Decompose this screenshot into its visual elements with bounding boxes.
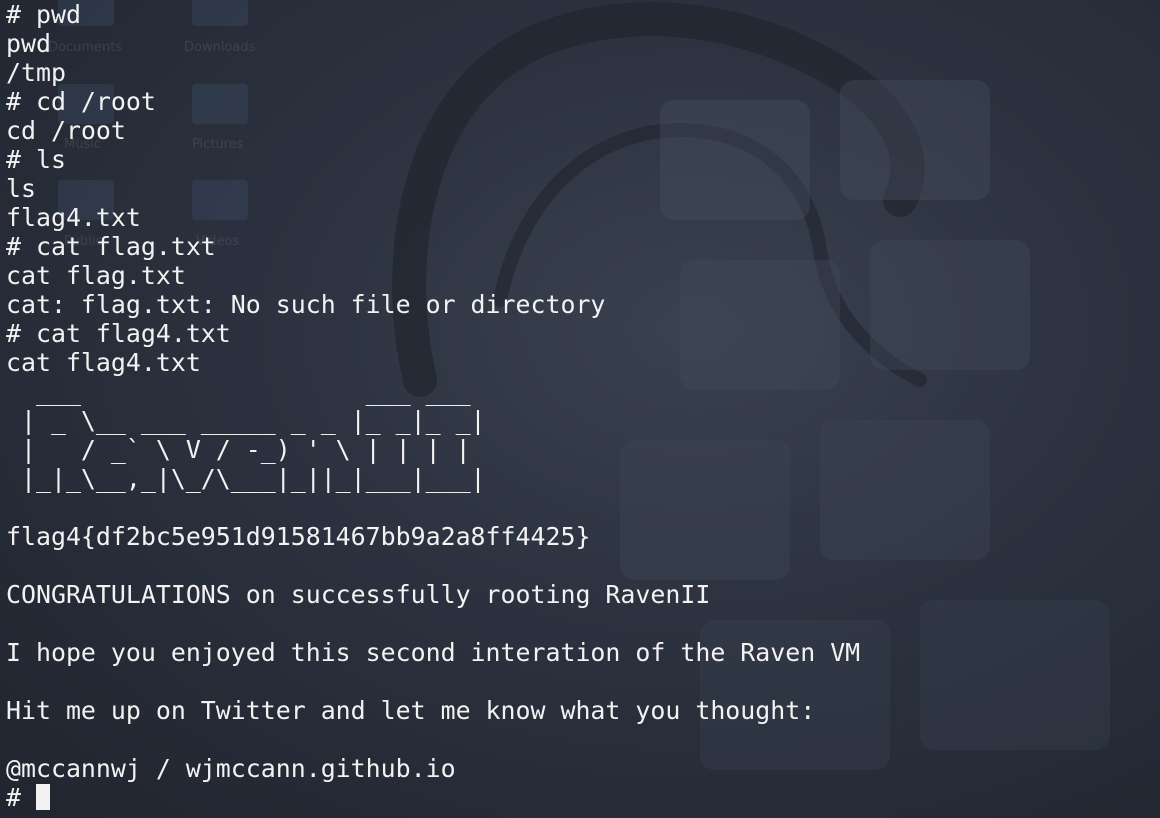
message-line: Hit me up on Twitter and let me know wha… xyxy=(6,696,816,725)
text-cursor[interactable] xyxy=(35,784,50,810)
terminal-line: cat flag4.txt xyxy=(6,348,201,377)
terminal-line: # cat flag.txt xyxy=(6,232,216,261)
author-handle-line: @mccannwj / wjmccann.github.io xyxy=(6,754,456,783)
ascii-banner-line: ___ ___ ___ xyxy=(6,377,486,406)
terminal-window[interactable]: Documents Downloads Music Pictures Publi… xyxy=(0,0,1160,818)
terminal-line: # ls xyxy=(6,145,66,174)
terminal-line: pwd xyxy=(6,29,51,58)
congrats-line: CONGRATULATIONS on successfully rooting … xyxy=(6,580,711,609)
terminal-output: # pwd pwd/tmp # cd /root cd /root # ls ls flag… xyxy=(6,0,860,812)
terminal-line: flag4.txt xyxy=(6,203,141,232)
terminal-line: # pwd xyxy=(6,0,81,29)
message-line: I hope you enjoyed this second interatio… xyxy=(6,638,861,667)
terminal-line: cat: flag.txt: No such file or directory xyxy=(6,290,606,319)
ascii-banner-line: | _ \__ ___ _____ _ _ |_ _|_ _| xyxy=(6,406,486,435)
terminal-line: # cd /root xyxy=(6,87,156,116)
flag-line: flag4{df2bc5e951d91581467bb9a2a8ff4425} xyxy=(6,522,591,551)
terminal-line: /tmp xyxy=(6,58,66,87)
terminal-line: cat flag.txt xyxy=(6,261,186,290)
ascii-banner: ___ ___ ___ | _ \__ ___ _____ _ _ |_ _|_… xyxy=(6,377,860,493)
ascii-banner-line: |_|_\__,_|\_/\___|_||_|___|___| xyxy=(6,464,486,493)
prompt-symbol: # xyxy=(6,783,36,812)
terminal-line: # cat flag4.txt xyxy=(6,319,231,348)
ascii-banner-line: | / _` \ V / -_) ' \ | | | | xyxy=(6,435,486,464)
terminal-line: cd /root xyxy=(6,116,126,145)
command-prompt[interactable]: # xyxy=(6,783,860,812)
terminal-line: ls xyxy=(6,174,36,203)
